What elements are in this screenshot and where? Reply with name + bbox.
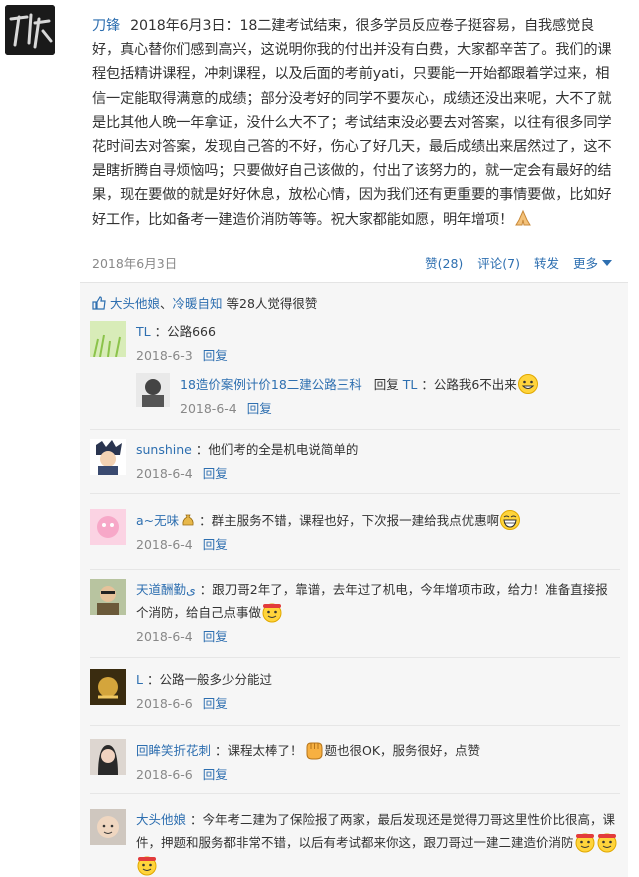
grin-emoji-icon [517,374,538,394]
share-button[interactable]: 转发 [534,256,559,271]
more-label: 更多 [573,256,599,271]
avatar[interactable] [90,739,126,775]
post-actions: 赞(28) 评论(7) 转发 更多 [415,253,612,272]
likes-sep: 、 [160,296,173,311]
post-footer: 2018年6月3日 赞(28) 评论(7) 转发 更多 [92,253,620,273]
comment-text: ：课程太棒了！ [215,743,303,758]
avatar[interactable] [90,321,126,357]
laugh-emoji-icon [500,510,521,530]
divider [90,657,620,658]
comment-text: ：群主服务不错，课程也好，下次报一建给我点优惠啊 [199,513,500,528]
reply-button[interactable]: 回复 [203,767,228,782]
reply-to-user[interactable]: TL [403,377,418,392]
divider [90,493,620,494]
reply-button[interactable]: 回复 [203,348,228,363]
determined-emoji-icon [137,856,157,876]
avatar[interactable] [90,579,126,615]
author-avatar[interactable] [5,5,55,55]
comment-user[interactable]: L [136,672,143,687]
post-text: 2018年6月3日：18二建考试结束，很多学员反应卷子挺容易，自我感觉良好，真心… [92,18,612,228]
avatar-image [136,373,170,407]
likes-summary: 大头他娘、冷暖自知 等28人觉得很赞 [92,293,317,312]
comment-user[interactable]: sunshine [136,442,192,457]
reply-button[interactable]: 回复 [203,466,228,481]
divider [90,725,620,726]
comment-user[interactable]: a~无味 [136,513,179,528]
comment-date: 2018-6-4 [136,629,193,644]
determined-emoji-icon [262,603,282,623]
determined-emoji-icon [575,833,595,853]
comments-panel: 大头他娘、冷暖自知 等28人觉得很赞 TL ：公路666 2018-6-3 回复 … [80,282,628,877]
avatar-image [90,509,126,545]
divider [90,429,620,430]
like-user[interactable]: 冷暖自知 [173,296,223,311]
comment-user[interactable]: 回眸笑折花刺 [136,743,211,758]
reply-button[interactable]: 回复 [203,696,228,711]
reply-word: 回复 [373,377,399,392]
comment-text: ：跟刀哥2年了，靠谱，去年过了机电，今年增项市政，给力！准备直接报个消防，给自己… [136,582,608,620]
post-date: 2018年6月3日 [92,256,178,271]
avatar[interactable] [90,509,126,545]
avatar-image [90,669,126,705]
avatar[interactable] [90,439,126,475]
comment-user[interactable]: 18造价案例计价18二建公路三科 [180,377,362,392]
comment-date: 2018-6-4 [136,537,193,552]
divider [90,569,620,570]
avatar-image [90,321,126,357]
comment-user[interactable]: 大头他娘 [136,812,186,827]
comment-user[interactable]: TL [136,324,151,339]
comment-text: 题也很OK，服务很好，点赞 [324,743,481,758]
avatar[interactable] [136,373,170,407]
reply-button[interactable]: 回复 [247,401,272,416]
more-button[interactable]: 更多 [573,256,612,271]
reply-button[interactable]: 回复 [203,629,228,644]
avatar-image [90,739,126,775]
like-user[interactable]: 大头他娘 [110,296,160,311]
comment-text: ：他们考的全是机电说简单的 [195,442,359,457]
chevron-down-icon [602,260,612,266]
comment-user[interactable]: 天道酬勤ى [136,582,196,597]
comment-text: ：公路一般多少分能过 [146,672,272,687]
thumbs-up-icon [92,296,106,310]
comment-text: ：公路666 [154,324,216,339]
determined-emoji-icon [597,833,617,853]
reply-button[interactable]: 回复 [203,537,228,552]
likes-count: 等28人觉得很赞 [226,296,318,311]
post-author[interactable]: 刀锋 [92,18,120,34]
avatar[interactable] [90,669,126,705]
comment-date: 2018-6-6 [136,696,193,711]
comment-date: 2018-6-4 [136,466,193,481]
comment-date: 2018-6-3 [136,348,193,363]
divider [90,793,620,794]
avatar-image [90,809,126,845]
avatar-image [90,579,126,615]
comment-date: 2018-6-6 [136,767,193,782]
avatar[interactable] [90,809,126,845]
pray-icon [515,209,532,226]
comment-button[interactable]: 评论(7) [477,256,520,271]
comment-text: ：今年考二建为了保险报了两家，最后发现还是觉得刀哥这里性价比很高，课件，押题和服… [136,812,616,850]
avatar-image [90,439,126,475]
like-button[interactable]: 赞(28) [425,256,463,271]
fist-icon [306,742,323,760]
post-body: 刀锋 2018年6月3日：18二建考试结束，很多学员反应卷子挺容易，自我感觉良好，… [92,14,620,232]
money-bag-icon [182,514,194,526]
author-avatar-image [5,5,55,55]
comment-date: 2018-6-4 [180,401,237,416]
comment-text: ：公路我6不出来 [421,377,517,392]
